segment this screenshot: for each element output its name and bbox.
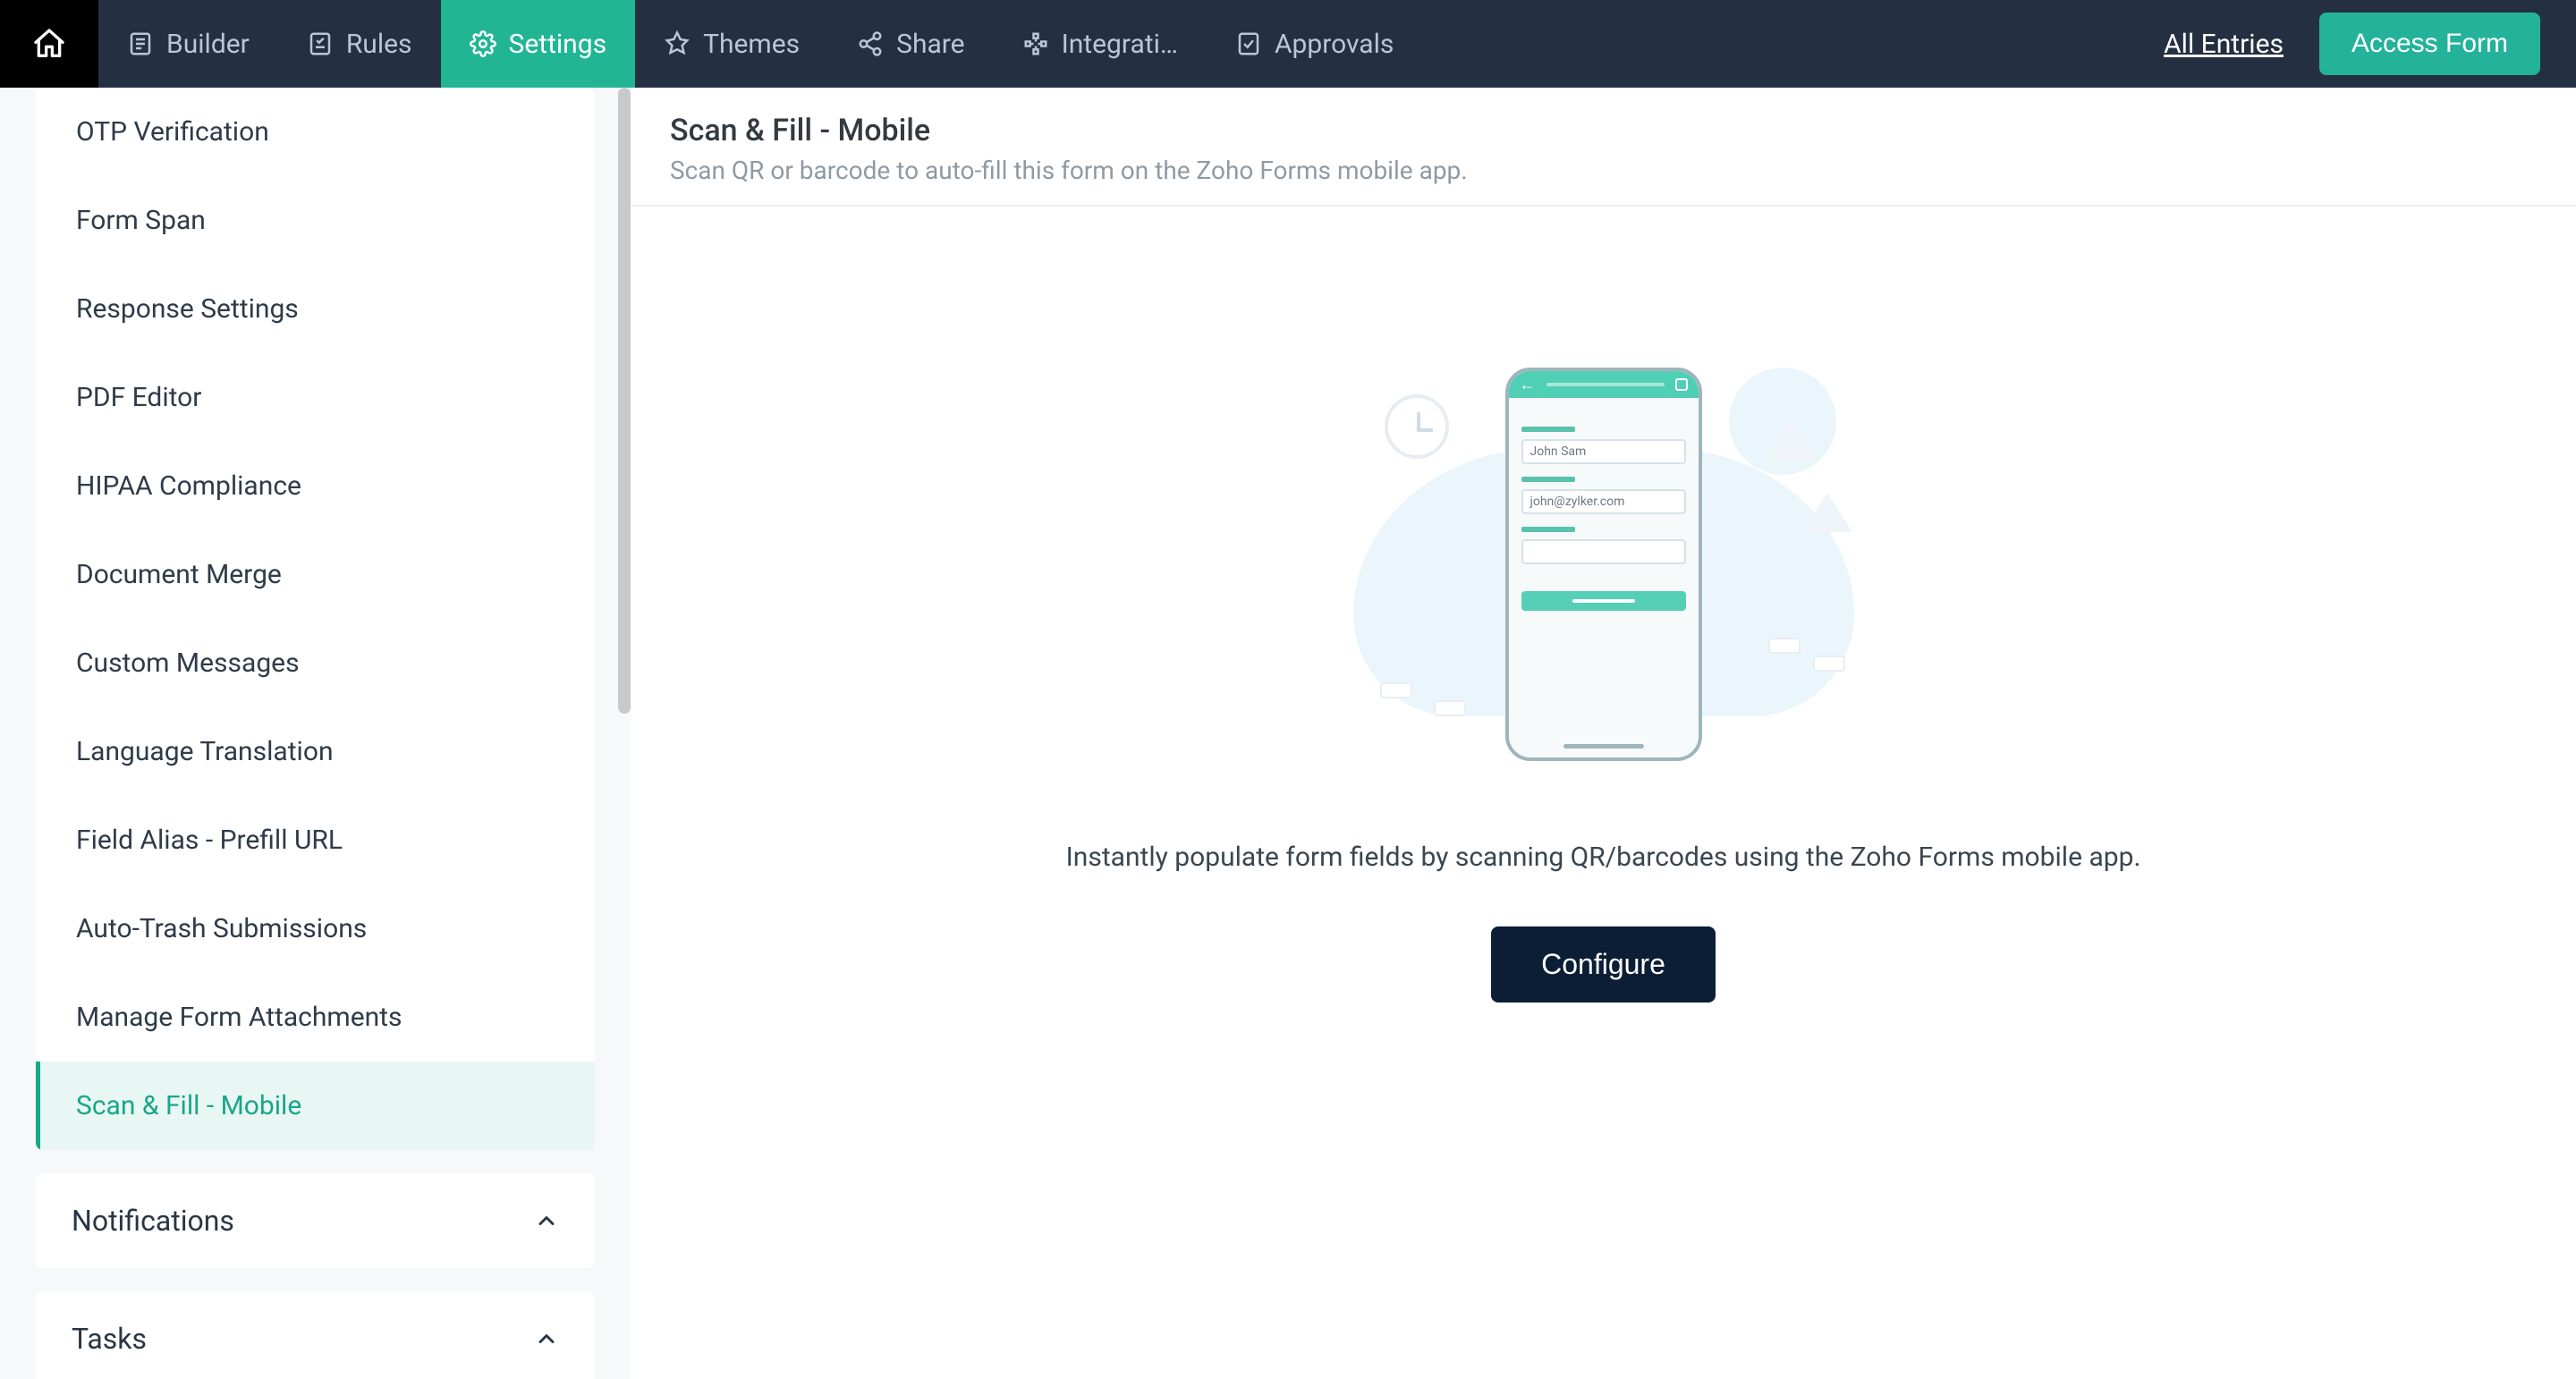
sidebar-scrollbar[interactable]	[618, 88, 631, 714]
share-icon	[857, 30, 884, 57]
sidebar-item-scan-fill-mobile[interactable]: Scan & Fill - Mobile	[36, 1062, 595, 1150]
decor-box	[1434, 700, 1466, 716]
sample-empty-field	[1521, 539, 1686, 564]
tab-label: Themes	[703, 29, 800, 60]
tab-themes[interactable]: Themes	[635, 0, 828, 88]
content-area: OTP Verification Form Span Response Sett…	[0, 88, 2576, 1379]
accordion-label: Notifications	[72, 1204, 234, 1238]
decor-box	[1380, 682, 1412, 698]
sidebar-item-form-span[interactable]: Form Span	[36, 176, 595, 265]
accordion-notifications[interactable]: Notifications	[36, 1173, 595, 1268]
tab-label: Rules	[346, 29, 412, 60]
accordion-tasks[interactable]: Tasks	[36, 1291, 595, 1379]
tab-integrations[interactable]: Integrati…	[994, 0, 1207, 88]
main-panel: Scan & Fill - Mobile Scan QR or barcode …	[631, 88, 2576, 1379]
builder-icon	[127, 30, 154, 57]
phone-home-indicator	[1563, 744, 1644, 749]
sidebar-item-label: Response Settings	[76, 293, 299, 325]
sidebar-item-document-merge[interactable]: Document Merge	[36, 530, 595, 619]
chevron-up-icon	[534, 1208, 559, 1233]
tab-rules[interactable]: Rules	[278, 0, 441, 88]
decor-box	[1768, 638, 1801, 654]
settings-sidebar: OTP Verification Form Span Response Sett…	[0, 88, 631, 1379]
sidebar-item-label: Manage Form Attachments	[76, 1002, 402, 1033]
phone-mockup: ← John Sam john@zylker.com	[1505, 368, 1702, 761]
tab-approvals[interactable]: Approvals	[1207, 0, 1422, 88]
tab-share[interactable]: Share	[828, 0, 993, 88]
configure-button[interactable]: Configure	[1491, 926, 1716, 1003]
sidebar-item-field-alias[interactable]: Field Alias - Prefill URL	[36, 796, 595, 884]
sidebar-item-hipaa-compliance[interactable]: HIPAA Compliance	[36, 442, 595, 530]
sample-name-field: John Sam	[1521, 439, 1686, 464]
all-entries-link[interactable]: All Entries	[2164, 29, 2284, 60]
nav-tabs: Builder Rules Settings Themes Share Inte…	[98, 0, 1422, 88]
tab-label: Share	[896, 29, 964, 60]
page-subtitle: Scan QR or barcode to auto-fill this for…	[670, 156, 2537, 185]
lamp-icon	[1765, 421, 1818, 484]
main-header: Scan & Fill - Mobile Scan QR or barcode …	[631, 88, 2576, 207]
sidebar-item-label: Form Span	[76, 205, 206, 236]
tab-label: Integrati…	[1062, 29, 1178, 60]
top-nav: Builder Rules Settings Themes Share Inte…	[0, 0, 2576, 88]
rules-icon	[307, 30, 334, 57]
tab-label: Settings	[509, 29, 607, 60]
accordion-label: Tasks	[72, 1322, 147, 1356]
scan-icon	[1675, 378, 1688, 391]
back-arrow-icon: ←	[1520, 376, 1536, 394]
sidebar-item-label: Scan & Fill - Mobile	[76, 1090, 301, 1121]
sidebar-item-label: Auto-Trash Submissions	[76, 913, 367, 944]
settings-list: OTP Verification Form Span Response Sett…	[36, 88, 595, 1150]
tab-label: Builder	[166, 29, 250, 60]
sidebar-item-label: Language Translation	[76, 736, 334, 767]
sample-submit	[1521, 591, 1686, 611]
access-form-button[interactable]: Access Form	[2319, 13, 2540, 75]
tab-builder[interactable]: Builder	[98, 0, 278, 88]
themes-icon	[664, 30, 691, 57]
integrations-icon	[1022, 30, 1049, 57]
page-title: Scan & Fill - Mobile	[670, 113, 2537, 148]
topbar-right: All Entries Access Form	[2164, 0, 2576, 88]
clock-icon	[1385, 394, 1449, 459]
sidebar-item-label: OTP Verification	[76, 116, 269, 148]
phone-header: ←	[1509, 371, 1699, 398]
sidebar-item-otp-verification[interactable]: OTP Verification	[36, 88, 595, 176]
decor-box	[1813, 656, 1845, 672]
lamp-icon	[1801, 493, 1854, 555]
sidebar-item-custom-messages[interactable]: Custom Messages	[36, 619, 595, 707]
chevron-up-icon	[534, 1326, 559, 1351]
sidebar-item-label: PDF Editor	[76, 382, 201, 413]
sidebar-item-language-translation[interactable]: Language Translation	[36, 707, 595, 796]
approvals-icon	[1235, 30, 1262, 57]
scan-fill-illustration: ← John Sam john@zylker.com	[1300, 332, 1908, 743]
description-text: Instantly populate form fields by scanni…	[1066, 842, 2141, 873]
home-icon	[31, 26, 67, 62]
main-body: ← John Sam john@zylker.com	[631, 207, 2576, 1379]
phone-body: John Sam john@zylker.com	[1509, 398, 1699, 627]
sidebar-item-manage-attachments[interactable]: Manage Form Attachments	[36, 973, 595, 1062]
settings-icon	[470, 30, 496, 57]
sidebar-item-pdf-editor[interactable]: PDF Editor	[36, 353, 595, 442]
sidebar-item-label: Field Alias - Prefill URL	[76, 825, 343, 856]
sidebar-item-label: Custom Messages	[76, 647, 300, 679]
sidebar-item-auto-trash[interactable]: Auto-Trash Submissions	[36, 884, 595, 973]
sidebar-item-label: Document Merge	[76, 559, 282, 590]
sample-email-field: john@zylker.com	[1521, 489, 1686, 514]
home-button[interactable]	[0, 0, 98, 88]
tab-label: Approvals	[1275, 29, 1394, 60]
tab-settings[interactable]: Settings	[441, 0, 636, 88]
sidebar-item-label: HIPAA Compliance	[76, 470, 301, 502]
sidebar-item-response-settings[interactable]: Response Settings	[36, 265, 595, 353]
